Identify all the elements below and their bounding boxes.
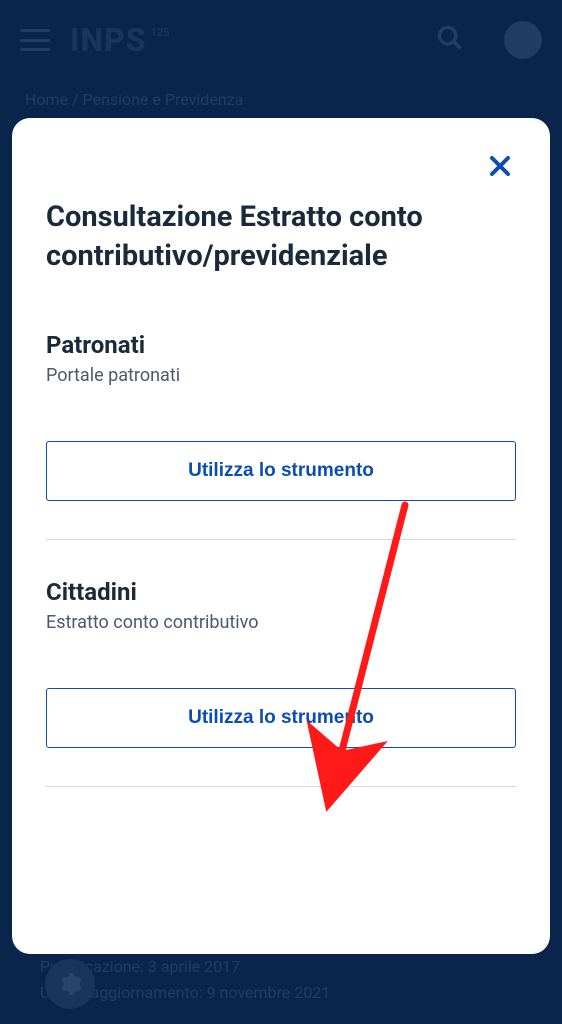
modal-dialog: Consultazione Estratto conto contributiv… <box>12 118 550 954</box>
section-subtitle: Estratto conto contributivo <box>46 612 516 633</box>
section-title: Cittadini <box>46 578 516 606</box>
close-button[interactable] <box>490 153 510 181</box>
section-subtitle: Portale patronati <box>46 365 516 386</box>
use-tool-button-patronati[interactable]: Utilizza lo strumento <box>46 441 516 501</box>
use-tool-button-cittadini[interactable]: Utilizza lo strumento <box>46 688 516 748</box>
section-title: Patronati <box>46 331 516 359</box>
section-cittadini: Cittadini Estratto conto contributivo Ut… <box>46 578 516 787</box>
divider <box>46 539 516 540</box>
divider <box>46 786 516 787</box>
modal-title: Consultazione Estratto conto contributiv… <box>46 198 516 276</box>
close-icon <box>490 156 510 176</box>
section-patronati: Patronati Portale patronati Utilizza lo … <box>46 331 516 540</box>
